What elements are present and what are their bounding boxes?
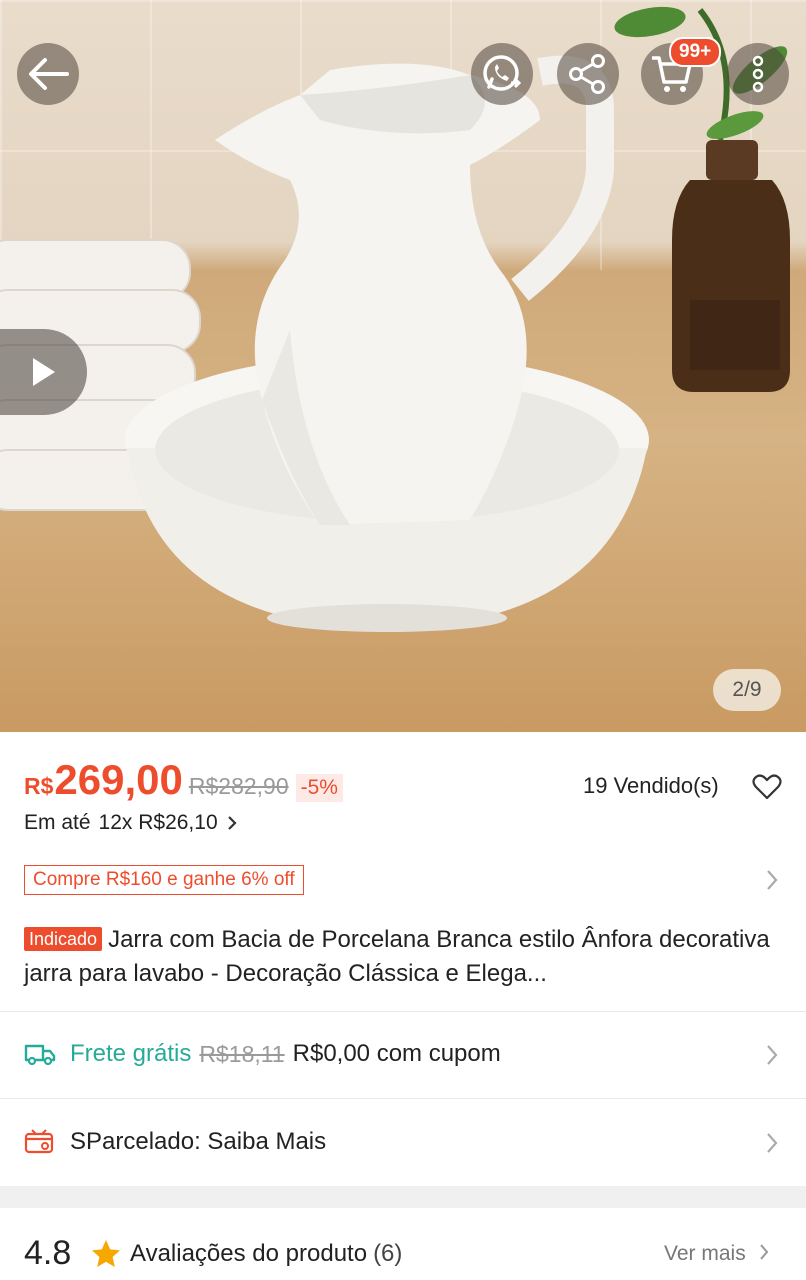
- sparcelado-label: SParcelado: Saiba Mais: [70, 1128, 327, 1155]
- arrow-left-icon: [29, 58, 69, 90]
- installment-value: 12x R$26,10: [98, 811, 218, 834]
- shipping-row[interactable]: Frete grátis R$18,11 R$0,00 com cupom: [24, 1040, 501, 1068]
- ratings-label: Avaliações do produto: [130, 1240, 368, 1267]
- divider: [0, 1098, 806, 1099]
- back-button[interactable]: [17, 43, 79, 105]
- star-icon: [92, 1240, 120, 1267]
- promo-chevron-icon[interactable]: [765, 868, 779, 892]
- price-currency: R$: [24, 773, 54, 799]
- original-price: R$282,90: [188, 773, 289, 799]
- installment-card-icon: [24, 1129, 54, 1154]
- see-more-ratings-link[interactable]: Ver mais: [664, 1242, 770, 1266]
- sparcelado-chevron-icon[interactable]: [765, 1131, 779, 1155]
- installment-row[interactable]: Em até 12x R$26,10: [24, 811, 238, 835]
- share-button[interactable]: [557, 43, 619, 105]
- free-shipping-label: Frete grátis: [70, 1040, 192, 1067]
- shipping-fee: R$0,00 com cupom: [292, 1040, 501, 1067]
- see-more-label: Ver mais: [664, 1242, 746, 1265]
- chevron-right-icon: [759, 1244, 768, 1260]
- promo-badge[interactable]: Compre R$160 e ganhe 6% off: [24, 865, 304, 895]
- play-video-button[interactable]: [0, 329, 87, 415]
- shipping-chevron-icon[interactable]: [765, 1043, 779, 1067]
- whatsapp-share-button[interactable]: [471, 43, 533, 105]
- chevron-right-icon: [227, 816, 237, 830]
- share-icon: [569, 54, 605, 94]
- price-row: R$ 269,00 R$282,90 -5%: [24, 756, 343, 806]
- recommended-tag: Indicado: [24, 927, 103, 951]
- product-image[interactable]: 99+ 2/9: [0, 0, 806, 732]
- truck-icon: [24, 1044, 56, 1066]
- image-counter: 2/9: [713, 669, 781, 711]
- current-price: 269,00: [54, 756, 183, 803]
- product-title-text: Jarra com Bacia de Porcelana Branca esti…: [24, 926, 770, 987]
- divider: [0, 1011, 806, 1012]
- discount-badge: -5%: [295, 774, 343, 802]
- installment-prefix: Em até: [24, 811, 91, 834]
- product-title: Indicado Jarra com Bacia de Porcelana Bra…: [24, 922, 784, 991]
- sold-count: 19 Vendido(s): [583, 773, 719, 798]
- play-icon: [32, 358, 55, 386]
- cart-count-badge: 99+: [669, 37, 722, 67]
- product-photo-illustration: [0, 6, 790, 632]
- whatsapp-icon: [483, 55, 522, 91]
- more-options-button[interactable]: [727, 43, 789, 105]
- heart-icon[interactable]: [752, 773, 782, 801]
- more-vertical-icon: [752, 55, 764, 93]
- sparcelado-row[interactable]: SParcelado: Saiba Mais: [24, 1128, 326, 1156]
- ratings-count: (6): [373, 1240, 403, 1267]
- cart-button[interactable]: 99+: [641, 37, 722, 105]
- ratings-header: Avaliações do produto (6): [130, 1240, 402, 1268]
- rating-score: 4.8: [24, 1234, 72, 1272]
- old-shipping-fee: R$18,11: [199, 1040, 285, 1067]
- section-separator: [0, 1186, 806, 1208]
